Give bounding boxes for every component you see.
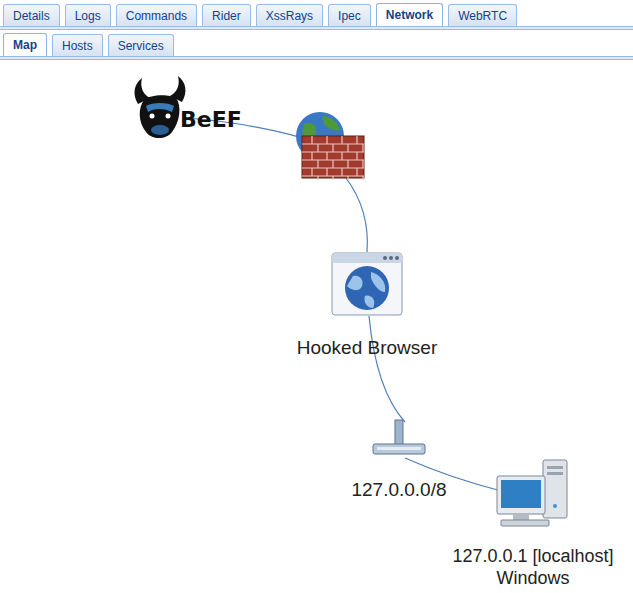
tab[interactable]: Logs bbox=[65, 4, 111, 26]
node-label: Hooked Browser bbox=[297, 336, 437, 360]
node-label: 127.0.0.0/8 bbox=[351, 478, 446, 502]
firewall-icon bbox=[294, 110, 366, 180]
tab[interactable]: Services bbox=[108, 34, 174, 56]
tab[interactable]: XssRays bbox=[256, 4, 323, 26]
tab[interactable]: Commands bbox=[116, 4, 197, 26]
tab[interactable]: Network bbox=[376, 3, 443, 26]
host-node[interactable]: 127.0.0.1 [localhost]Windows bbox=[435, 458, 631, 589]
node-label: 127.0.0.1 [localhost] bbox=[452, 545, 613, 567]
firewall-node[interactable] bbox=[294, 110, 366, 180]
app: DetailsLogsCommandsRiderXssRaysIpecNetwo… bbox=[0, 0, 633, 593]
node-os: Windows bbox=[496, 567, 569, 589]
browser-icon bbox=[331, 252, 403, 316]
tab[interactable]: Rider bbox=[202, 4, 251, 26]
tab[interactable]: Hosts bbox=[52, 34, 103, 56]
tab[interactable]: Details bbox=[3, 4, 60, 26]
main-tabs: DetailsLogsCommandsRiderXssRaysIpecNetwo… bbox=[0, 0, 633, 30]
tab[interactable]: Ipec bbox=[328, 4, 371, 26]
tab[interactable]: WebRTC bbox=[448, 4, 517, 26]
bull-icon bbox=[132, 76, 188, 142]
beef-logo[interactable]: BeEF bbox=[132, 76, 242, 142]
browser-node[interactable]: Hooked Browser bbox=[267, 252, 467, 360]
subnet-node[interactable]: 127.0.0.0/8 bbox=[299, 418, 499, 502]
computer-icon bbox=[495, 458, 571, 528]
network-subtabs: MapHostsServices bbox=[0, 30, 633, 60]
subnet-icon bbox=[371, 418, 427, 462]
tab[interactable]: Map bbox=[3, 33, 47, 56]
network-map[interactable]: BeEFHooked Browser127.0.0.0/8127.0.0.1 [… bbox=[0, 60, 633, 593]
